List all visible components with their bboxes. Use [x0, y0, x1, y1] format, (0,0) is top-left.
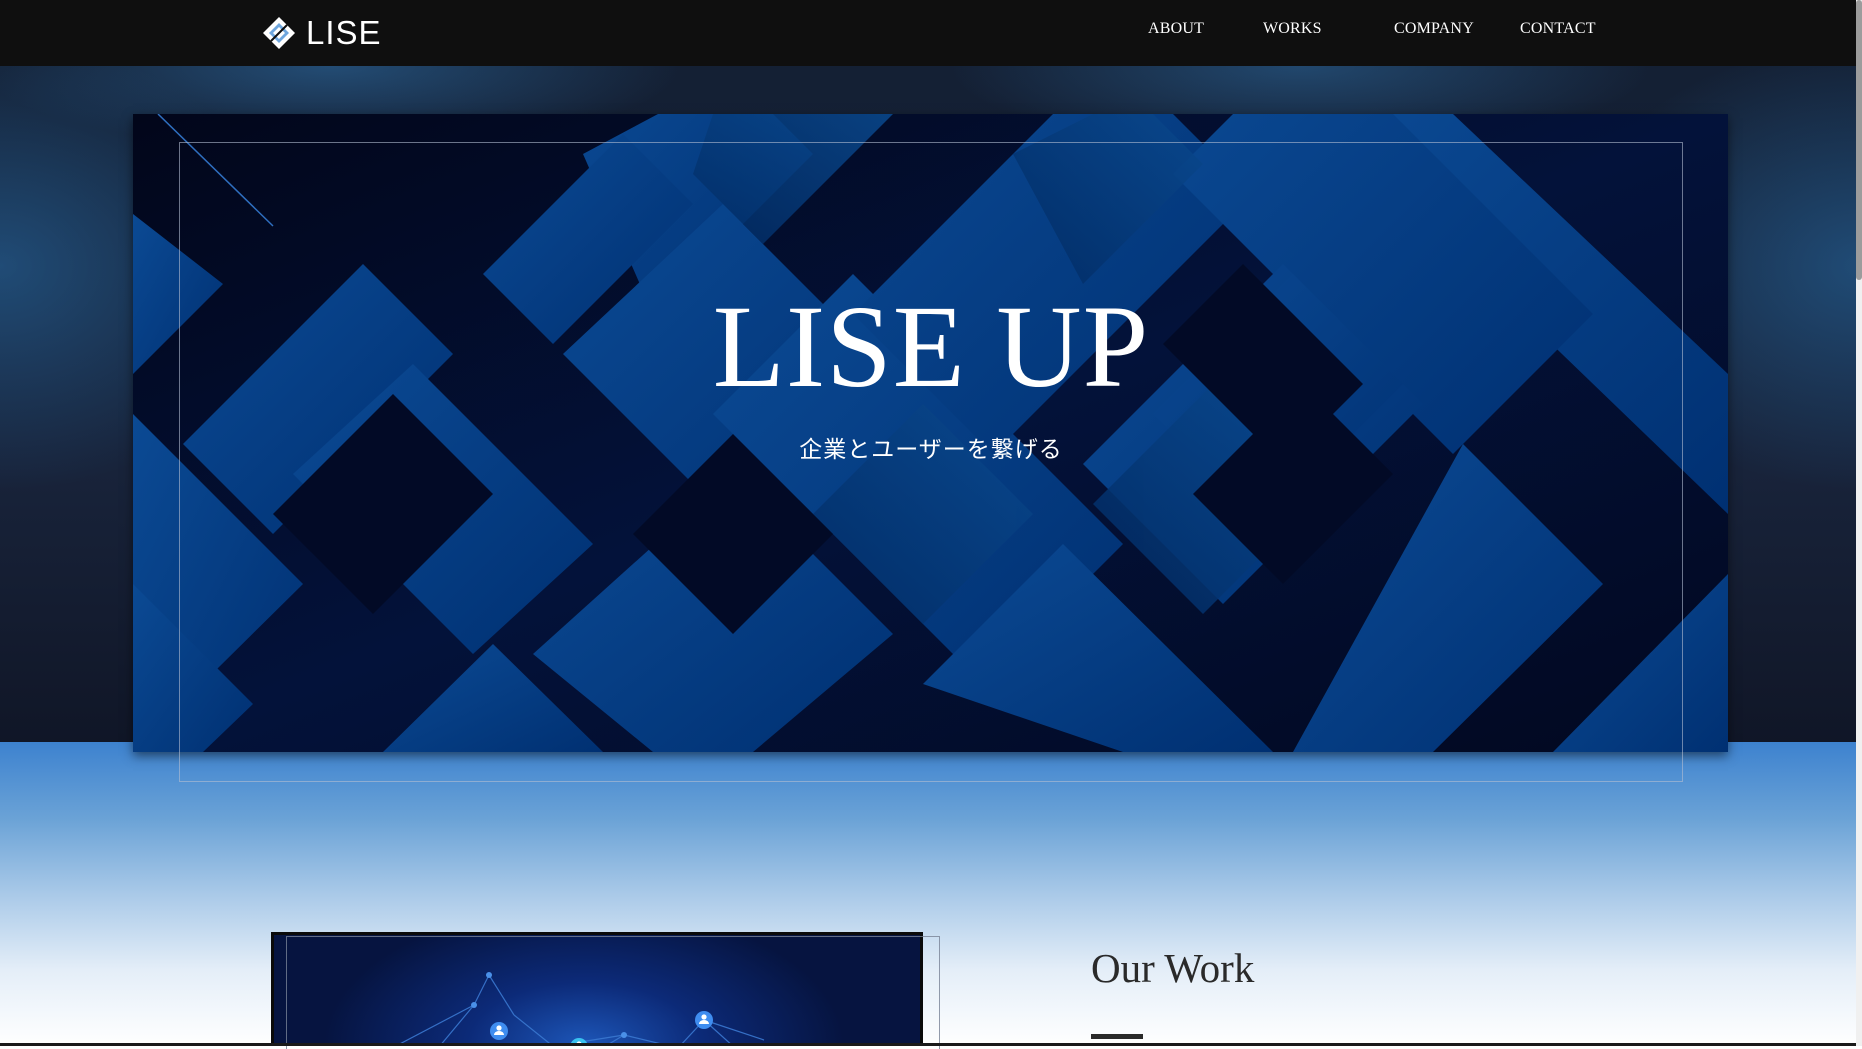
nav-company[interactable]: COMPANY: [1394, 20, 1474, 38]
hero-subtitle: 企業とユーザーを繋げる: [799, 437, 1063, 462]
user-node-icon: [490, 1022, 508, 1040]
hero-title: LISE UP: [712, 281, 1150, 412]
nav-contact[interactable]: CONTACT: [1520, 20, 1596, 38]
logo-diamond-icon: [262, 16, 296, 50]
section-title-our-work: Our Work: [1091, 945, 1255, 991]
section-title-underline: [1091, 1034, 1143, 1039]
site-header: LISE ABOUT WORKS COMPANY CONTACT: [0, 0, 1862, 66]
scrollbar-thumb[interactable]: [1856, 0, 1862, 280]
work-thumbnail[interactable]: [271, 932, 923, 1046]
network-illustration: [394, 972, 765, 1046]
logo-text: LISE: [306, 14, 382, 51]
nav-works[interactable]: WORKS: [1263, 20, 1322, 38]
logo[interactable]: LISE: [262, 14, 382, 51]
page-scrollbar[interactable]: [1856, 0, 1862, 1046]
nav-about[interactable]: ABOUT: [1148, 20, 1204, 38]
